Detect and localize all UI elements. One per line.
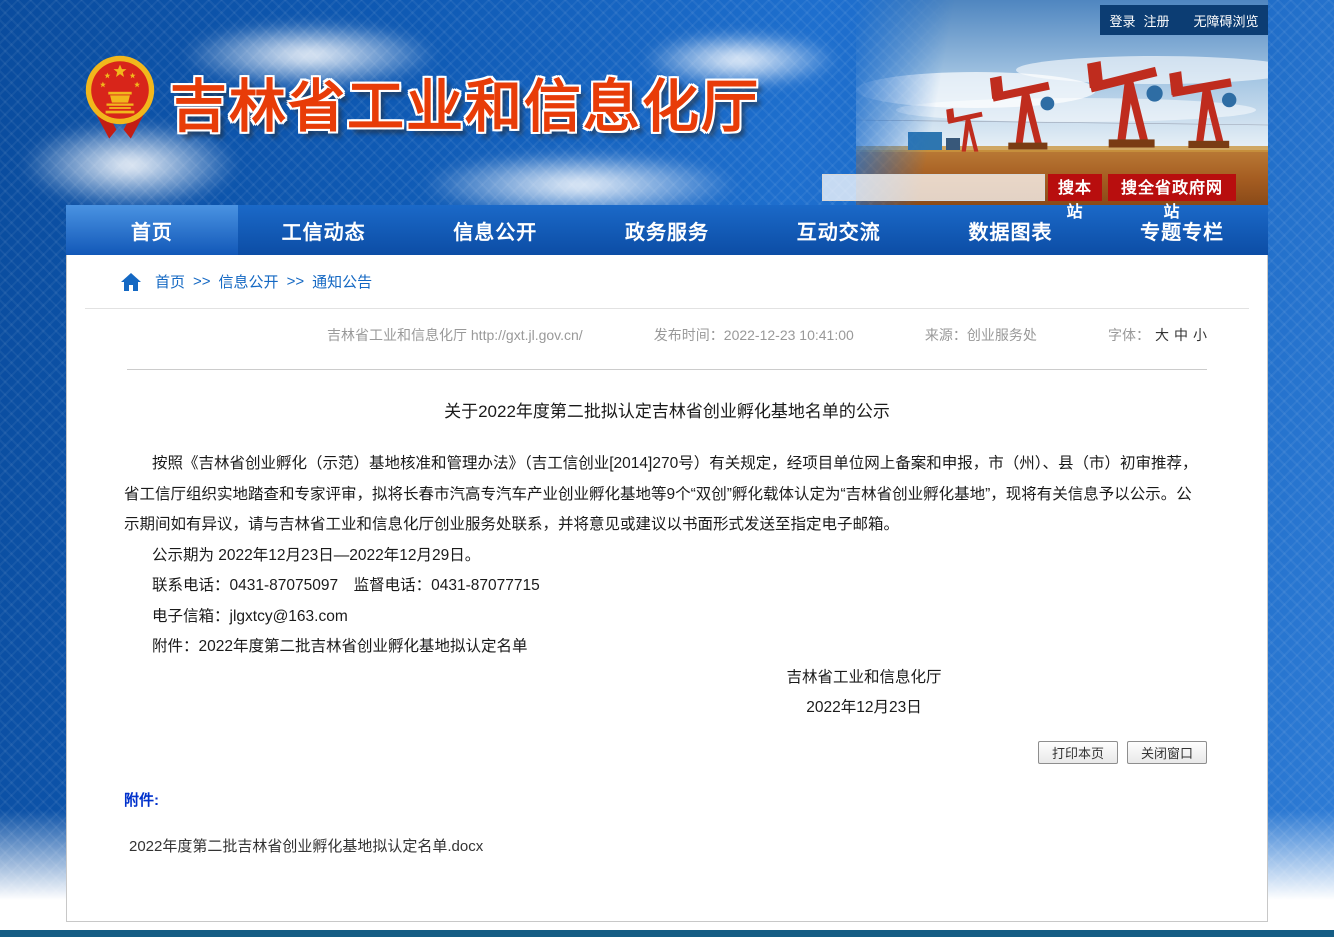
nav-item-info-disclosure[interactable]: 信息公开 — [409, 205, 581, 255]
article-title: 关于2022年度第二批拟认定吉林省创业孵化基地名单的公示 — [67, 397, 1267, 422]
meta-source-site: 吉林省工业和信息化厅 http://gxt.jl.gov.cn/ — [327, 325, 583, 345]
breadcrumb-info-disclosure[interactable]: 信息公开 — [219, 271, 279, 292]
login-link[interactable]: 登录 — [1109, 11, 1135, 30]
meta-font-controls: 字体： 大中小 — [1108, 325, 1207, 345]
main-nav: 首页 工信动态 信息公开 政务服务 互动交流 数据图表 专题专栏 — [66, 205, 1268, 255]
paragraph: 附件：2022年度第二批吉林省创业孵化基地拟认定名单 — [124, 632, 1207, 663]
nav-item-news[interactable]: 工信动态 — [238, 205, 410, 255]
font-size-medium[interactable]: 中 — [1174, 327, 1188, 343]
nav-item-services[interactable]: 政务服务 — [581, 205, 753, 255]
breadcrumb-separator: >> — [193, 273, 211, 290]
meta-origin: 来源：创业服务处 — [925, 325, 1037, 345]
breadcrumb-notices[interactable]: 通知公告 — [312, 271, 372, 292]
font-size-small[interactable]: 小 — [1193, 327, 1207, 343]
divider — [127, 369, 1207, 370]
action-buttons: 打印本页 关闭窗口 — [67, 741, 1267, 764]
font-size-label: 字体： — [1108, 327, 1150, 343]
signature-org: 吉林省工业和信息化厅 — [749, 663, 979, 694]
footer-bar — [0, 930, 1334, 937]
site-title: 吉林省工业和信息化厅 — [170, 61, 760, 143]
close-window-button[interactable]: 关闭窗口 — [1127, 741, 1207, 764]
attachment-file-link[interactable]: 2022年度第二批吉林省创业孵化基地拟认定名单.docx — [129, 835, 483, 856]
breadcrumb-home[interactable]: 首页 — [155, 271, 185, 292]
accessibility-link[interactable]: 无障碍浏览 — [1194, 11, 1259, 30]
article-meta: 吉林省工业和信息化厅 http://gxt.jl.gov.cn/ 发布时间：20… — [67, 325, 1267, 345]
paragraph: 按照《吉林省创业孵化（示范）基地核准和管理办法》（吉工信创业[2014]270号… — [124, 449, 1207, 541]
search-gov-button[interactable]: 搜全省政府网站 — [1108, 174, 1236, 201]
content-panel: 首页 >> 信息公开 >> 通知公告 吉林省工业和信息化厅 http://gxt… — [66, 255, 1268, 922]
nav-item-special-topics[interactable]: 专题专栏 — [1096, 205, 1268, 255]
article-body: 按照《吉林省创业孵化（示范）基地核准和管理办法》（吉工信创业[2014]270号… — [67, 449, 1267, 663]
breadcrumb-separator: >> — [287, 273, 305, 290]
paragraph: 电子信箱：jlgxtcy@163.com — [124, 602, 1207, 633]
site-logo[interactable]: 吉林省工业和信息化厅 — [84, 50, 760, 153]
search-input[interactable] — [822, 174, 1045, 201]
home-icon — [121, 273, 141, 291]
nav-item-home[interactable]: 首页 — [66, 205, 238, 255]
meta-publish-time: 发布时间：2022-12-23 10:41:00 — [654, 325, 854, 345]
page: 登录 注册 无障碍浏览 — [0, 0, 1334, 937]
nav-item-interaction[interactable]: 互动交流 — [753, 205, 925, 255]
signature-block: 吉林省工业和信息化厅 2022年12月23日 — [749, 663, 979, 724]
paragraph: 联系电话：0431-87075097 监督电话：0431-87077715 — [124, 571, 1207, 602]
search-bar: 搜本站 搜全省政府网站 — [822, 174, 1236, 201]
breadcrumb: 首页 >> 信息公开 >> 通知公告 — [85, 255, 1249, 309]
attachment-label: 附件: — [124, 789, 1267, 810]
register-link[interactable]: 注册 — [1143, 11, 1169, 30]
signature-date: 2022年12月23日 — [749, 693, 979, 724]
paragraph: 公示期为 2022年12月23日—2022年12月29日。 — [124, 541, 1207, 572]
print-page-button[interactable]: 打印本页 — [1038, 741, 1118, 764]
national-emblem-icon — [84, 50, 156, 153]
font-size-large[interactable]: 大 — [1155, 327, 1169, 343]
login-bar: 登录 注册 无障碍浏览 — [1100, 5, 1268, 35]
search-site-button[interactable]: 搜本站 — [1048, 174, 1102, 201]
